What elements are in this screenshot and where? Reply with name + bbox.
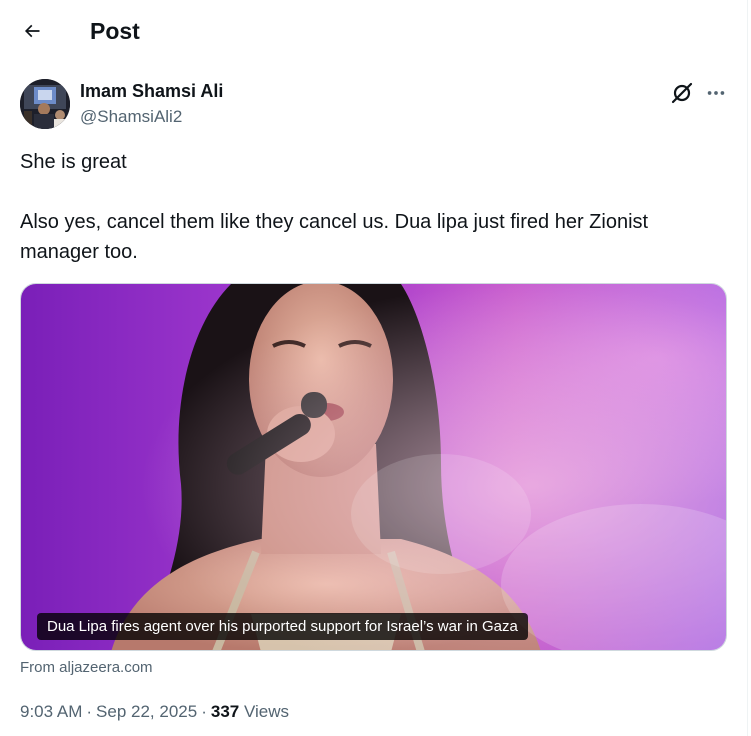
avatar[interactable] bbox=[20, 79, 70, 129]
post-time[interactable]: 9:03 AM bbox=[20, 702, 82, 721]
post-detail-view: Post Imam Shamsi Ali @ShamsiAli2 She is … bbox=[0, 0, 748, 736]
views-count: 337 bbox=[210, 702, 240, 721]
meta-separator: · bbox=[86, 702, 93, 721]
card-image bbox=[21, 284, 726, 650]
meta-separator: · bbox=[201, 702, 207, 721]
post-date[interactable]: Sep 22, 2025 bbox=[96, 702, 197, 721]
views-label: Views bbox=[243, 702, 290, 721]
header-bar: Post bbox=[0, 0, 747, 62]
tweet-line: She is great bbox=[20, 151, 127, 173]
grok-button[interactable] bbox=[668, 79, 696, 107]
page-title: Post bbox=[90, 18, 140, 44]
card-source-link[interactable]: From aljazeera.com bbox=[20, 658, 153, 678]
post-meta: 9:03 AM · Sep 22, 2025 · 337 Views bbox=[20, 700, 289, 724]
back-button[interactable] bbox=[14, 13, 50, 49]
avatar-image bbox=[20, 79, 70, 129]
more-horizontal-icon bbox=[707, 91, 725, 95]
grok-icon bbox=[671, 82, 693, 104]
link-card[interactable]: Dua Lipa fires agent over his purported … bbox=[20, 283, 727, 651]
arrow-left-icon bbox=[24, 24, 40, 38]
more-button[interactable] bbox=[700, 79, 732, 107]
tweet-line: Also yes, cancel them like they cancel u… bbox=[20, 211, 649, 263]
author-handle[interactable]: @ShamsiAli2 bbox=[80, 106, 182, 128]
author-name[interactable]: Imam Shamsi Ali bbox=[80, 80, 223, 102]
tweet-text: She is great Also yes, cancel them like … bbox=[20, 147, 720, 267]
card-caption: Dua Lipa fires agent over his purported … bbox=[37, 613, 528, 640]
